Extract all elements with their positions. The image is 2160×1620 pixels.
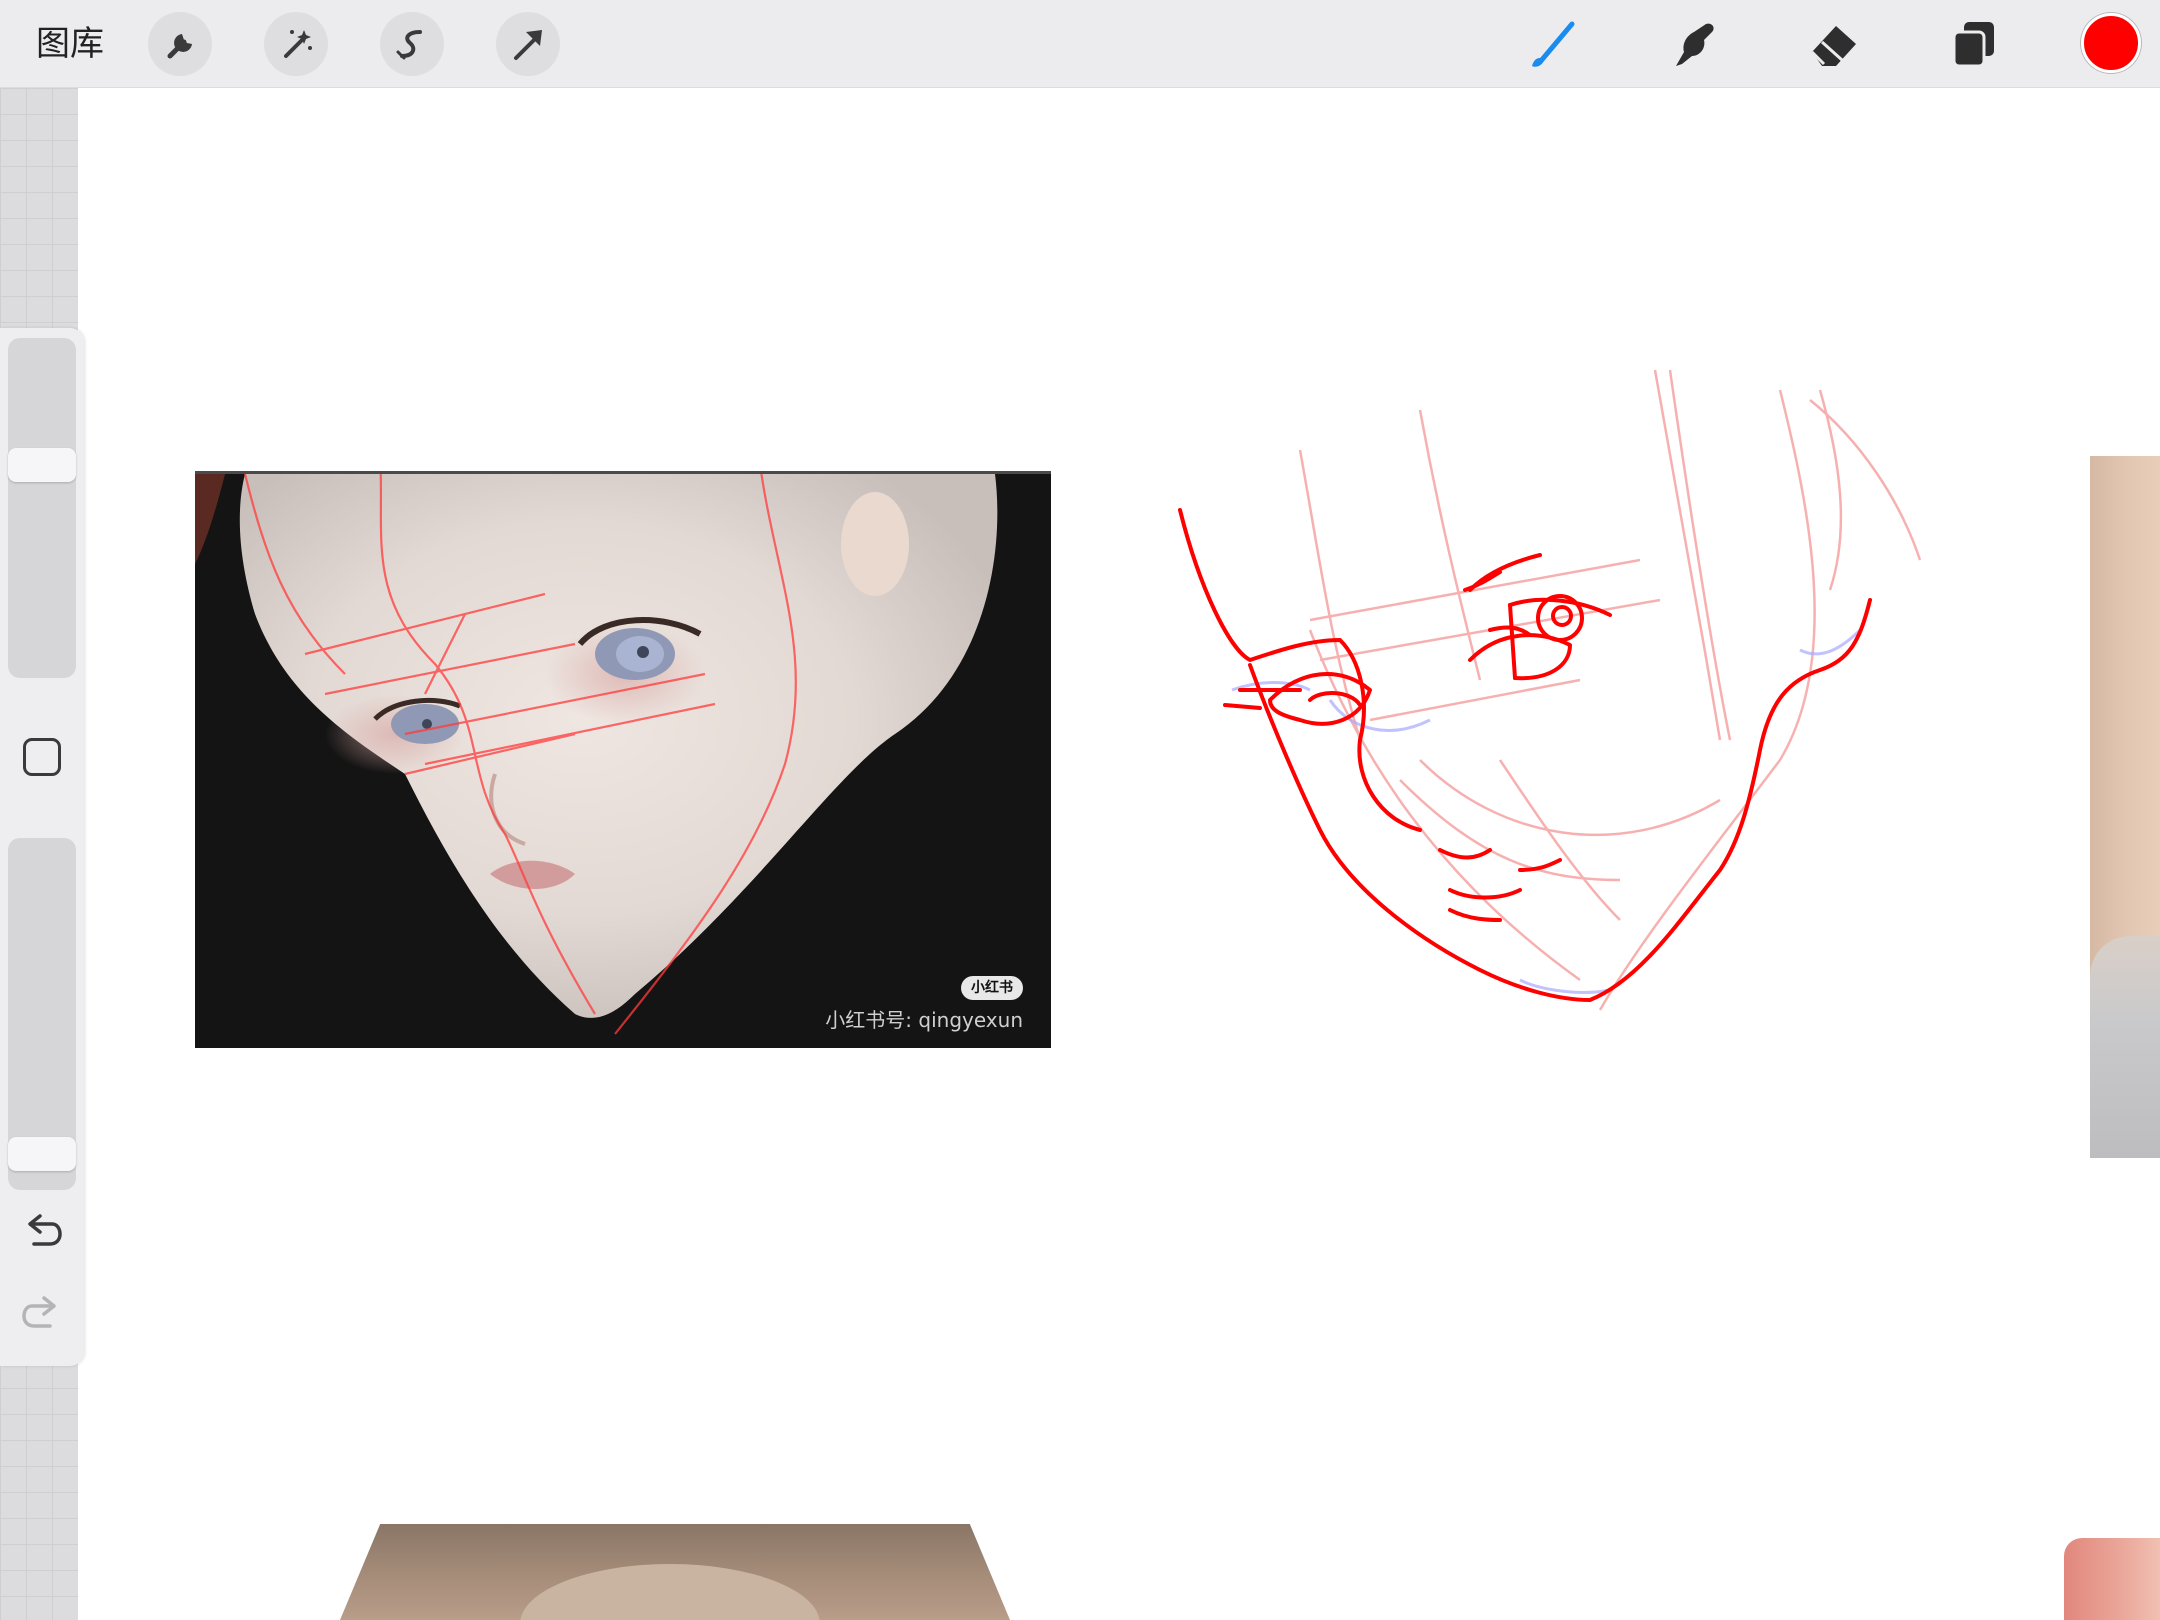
- undo-button[interactable]: [20, 1208, 64, 1252]
- brush-icon: [1532, 21, 1575, 67]
- sketch-lines: [1178, 369, 1922, 1011]
- eraser-icon: [1810, 26, 1856, 66]
- opacity-slider-thumb[interactable]: [8, 1137, 76, 1171]
- selection-button[interactable]: [380, 12, 444, 76]
- opacity-slider[interactable]: [8, 838, 76, 1190]
- procreate-app: 图库 小红书 小红书号: qingyexun: [0, 0, 2160, 1620]
- actions-button[interactable]: [148, 12, 212, 76]
- wrench-icon: [167, 34, 192, 59]
- smudge-button[interactable]: [1662, 14, 1726, 74]
- layers-button[interactable]: [1942, 14, 2006, 74]
- left-sidebar: [0, 328, 84, 1366]
- right-photo-clothing: [2090, 936, 2160, 1158]
- bottom-photo-detail: [520, 1564, 820, 1620]
- brush-size-slider-thumb[interactable]: [8, 448, 76, 482]
- smudge-finger-icon: [1676, 23, 1714, 66]
- brush-button[interactable]: [1522, 14, 1586, 74]
- layers-icon: [1952, 22, 1994, 68]
- top-toolbar: 图库: [0, 0, 2160, 88]
- redo-button[interactable]: [20, 1290, 64, 1334]
- modify-button[interactable]: [23, 738, 61, 776]
- transform-button[interactable]: [496, 12, 560, 76]
- magic-wand-icon: [284, 30, 312, 58]
- eraser-button[interactable]: [1802, 14, 1866, 74]
- bottom-right-reference-photo: [2064, 1538, 2160, 1620]
- undo-arrow-icon: [28, 1214, 62, 1246]
- redo-arrow-icon: [22, 1296, 56, 1328]
- selection-s-icon: [396, 30, 422, 60]
- face-sketch: [1160, 360, 1960, 1020]
- adjustments-button[interactable]: [264, 12, 328, 76]
- arrow-cursor-icon: [514, 30, 542, 60]
- brush-size-slider[interactable]: [8, 338, 76, 678]
- doll-face-image: [195, 474, 1051, 1048]
- color-picker-button[interactable]: [2081, 13, 2141, 73]
- reference-photo: 小红书 小红书号: qingyexun: [195, 471, 1051, 1048]
- watermark-text: 小红书号: qingyexun: [825, 1008, 1023, 1032]
- bottom-reference-photo: [340, 1524, 1010, 1620]
- gallery-button[interactable]: 图库: [36, 22, 104, 66]
- watermark-badge: 小红书: [961, 976, 1023, 1000]
- right-reference-photo: [2090, 456, 2160, 1158]
